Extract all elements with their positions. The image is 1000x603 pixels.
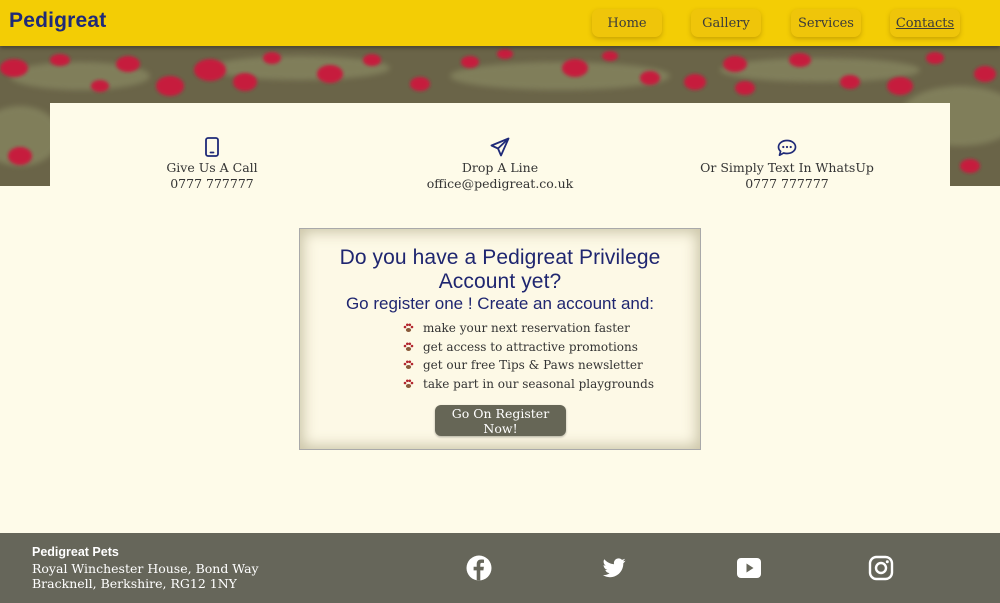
facebook-icon[interactable]: [466, 555, 492, 581]
youtube-icon[interactable]: [736, 555, 762, 581]
site-footer: Pedigreat Pets Royal Winchester House, B…: [0, 533, 1000, 603]
nav-home-label: Home: [607, 15, 647, 31]
paper-plane-icon: [490, 137, 510, 157]
nav-services-label: Services: [798, 15, 854, 31]
nav-gallery[interactable]: Gallery: [691, 9, 761, 37]
instagram-icon[interactable]: [868, 555, 894, 581]
list-item: take part in our seasonal playgrounds: [403, 375, 654, 394]
footer-company-name: Pedigreat Pets: [32, 545, 119, 559]
benefit-text: take part in our seasonal playgrounds: [423, 376, 654, 391]
contact-whatsapp-value[interactable]: 0777 777777: [657, 176, 917, 192]
site-header: Pedigreat Home Gallery Services Contacts: [0, 0, 1000, 46]
register-button[interactable]: Go On Register Now!: [435, 405, 566, 436]
list-item: get our free Tips & Paws newsletter: [403, 356, 654, 375]
contact-email: Drop A Line office@pedigreat.co.uk: [370, 133, 630, 192]
nav-services[interactable]: Services: [791, 9, 861, 37]
paw-icon: [403, 379, 423, 389]
promo-subtitle: Go register one ! Create an account and:: [345, 294, 655, 313]
brand-logo[interactable]: Pedigreat: [9, 9, 107, 33]
benefit-text: get access to attractive promotions: [423, 339, 638, 354]
footer-address: Pedigreat Pets Royal Winchester House, B…: [32, 545, 259, 592]
nav-contacts[interactable]: Contacts: [890, 9, 960, 37]
contact-email-label: Drop A Line: [461, 160, 539, 175]
contact-info-band: Give Us A Call 0777 777777 Drop A Line o…: [50, 103, 950, 193]
paw-icon: [403, 323, 423, 333]
nav-gallery-label: Gallery: [702, 15, 750, 31]
footer-address-line1: Royal Winchester House, Bond Way: [32, 560, 259, 576]
benefit-text: make your next reservation faster: [423, 321, 630, 336]
benefit-text: get our free Tips & Paws newsletter: [423, 358, 643, 373]
twitter-icon[interactable]: [601, 555, 627, 581]
phone-icon: [205, 137, 219, 157]
footer-address-line2: Bracknell, Berkshire, RG12 1NY: [32, 576, 237, 591]
promo-title: Do you have a Pedigreat Privilege Accoun…: [339, 246, 661, 293]
contact-email-value[interactable]: office@pedigreat.co.uk: [370, 176, 630, 192]
list-item: get access to attractive promotions: [403, 338, 654, 357]
paw-icon: [403, 360, 423, 370]
chat-bubble-icon: [777, 139, 797, 157]
nav-contacts-label: Contacts: [895, 15, 955, 31]
contact-call: Give Us A Call 0777 777777: [82, 133, 342, 192]
paw-icon: [403, 342, 423, 352]
list-item: make your next reservation faster: [403, 319, 654, 338]
privilege-account-card: Do you have a Pedigreat Privilege Accoun…: [299, 228, 701, 450]
nav-home[interactable]: Home: [592, 9, 662, 37]
contact-call-label: Give Us A Call: [166, 160, 258, 175]
contact-call-value[interactable]: 0777 777777: [82, 176, 342, 192]
contact-whatsapp-label: Or Simply Text In WhatsUp: [700, 160, 874, 175]
benefits-list: make your next reservation faster get ac…: [403, 319, 654, 393]
contact-whatsapp: Or Simply Text In WhatsUp 0777 777777: [657, 133, 917, 192]
